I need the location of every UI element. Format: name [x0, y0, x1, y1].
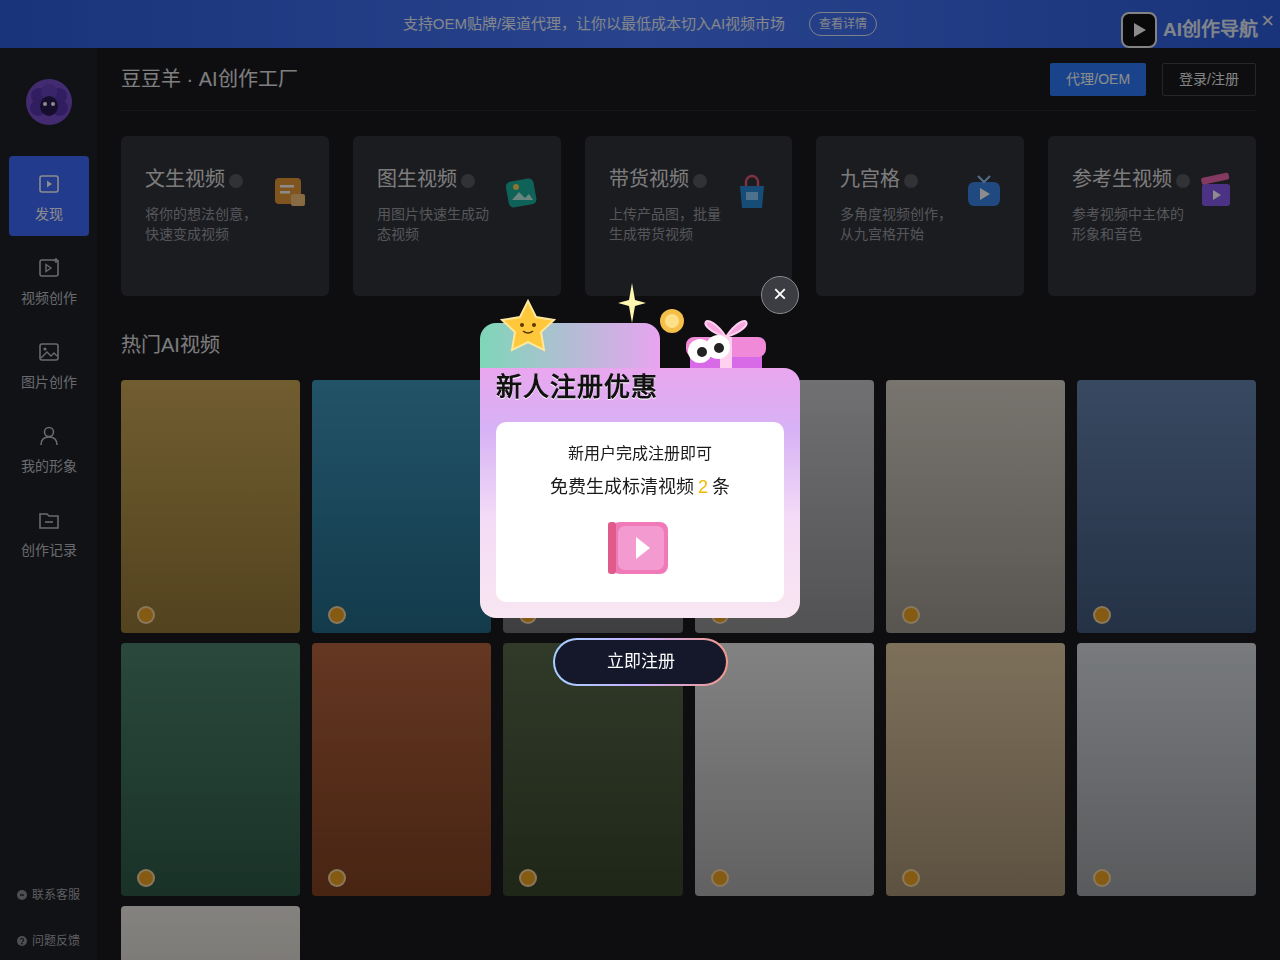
offer-line: 新用户完成注册即可 — [506, 442, 774, 466]
modal-close-button[interactable]: × — [761, 276, 799, 314]
promo-modal: 新人注册优惠新用户完成注册即可免费生成标清视频2条 — [480, 323, 800, 618]
register-button[interactable]: 立即注册 — [553, 638, 728, 686]
offer-count: 2 — [698, 477, 708, 497]
modal-body: 新人注册优惠新用户完成注册即可免费生成标清视频2条 — [480, 368, 800, 618]
offer-detail: 免费生成标清视频2条 — [506, 474, 774, 500]
modal-title: 新人注册优惠 — [496, 372, 784, 402]
modal-backdrop[interactable]: ×新人注册优惠新用户完成注册即可免费生成标清视频2条立即注册 — [0, 0, 1280, 960]
offer-card: 新用户完成注册即可免费生成标清视频2条 — [496, 422, 784, 602]
offer-unit: 条 — [712, 477, 730, 497]
video-play-icon — [506, 518, 774, 578]
star-icon — [498, 299, 558, 355]
sparkle-icon — [618, 283, 646, 323]
offer-text: 免费生成标清视频 — [550, 477, 694, 497]
